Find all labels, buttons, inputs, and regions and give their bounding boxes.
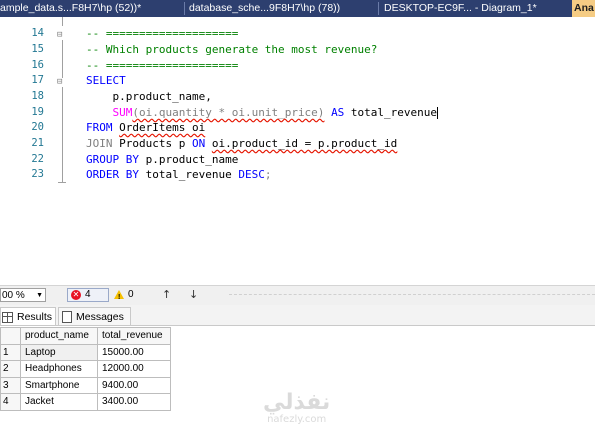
collapse-icon[interactable]: ⊟ [57,30,62,40]
sql-editor[interactable]: 14 15 16 17 18 19 20 21 22 23 ⊟ ⊟ -- ===… [0,17,595,285]
row-number[interactable]: 1 [0,343,21,361]
row-number[interactable]: 4 [0,393,21,411]
column-header[interactable]: product_name [20,327,98,345]
table-cell[interactable]: Jacket [20,393,98,411]
squiggled-expression: (oi.quantity * oi.unit_price) [132,106,325,119]
tab-results[interactable]: Results [0,307,56,325]
table-cell[interactable]: Laptop [20,343,98,361]
message-icon [62,311,72,324]
table-cell[interactable]: 12000.00 [97,360,171,378]
line-number: 17 [31,74,44,86]
code-line-from: FROM OrderItems oi [86,120,205,136]
column-ref: p.product_name [145,153,239,166]
line-number: 14 [31,27,44,39]
code-line-column: p.product_name, [86,90,212,103]
code-line-join: JOIN Products p ON oi.product_id = p.pro… [86,136,397,152]
squiggled-condition: oi.product_id = p.product_id [211,137,398,150]
line-number: 18 [31,90,44,102]
tab-database-schema-query[interactable]: database_sche...9F8H7\hp (78)) [189,0,367,17]
warning-icon: ! [114,289,124,301]
outline-end [58,182,66,183]
row-number[interactable]: 3 [0,376,21,394]
error-count: 4 [85,289,91,300]
row-number[interactable]: 2 [0,360,21,378]
table-ref: Products p [119,137,186,150]
warning-count-button[interactable]: ! 0 [114,288,134,302]
error-count-button[interactable]: ✕ 4 [67,288,109,302]
semicolon: ; [264,168,272,181]
keyword: GROUP BY [86,153,139,166]
results-table: product_name total_revenue 1 Laptop 1500… [0,327,171,411]
watermark-logo: نفذلي nafezly.com [263,390,331,426]
grid-icon [2,311,13,323]
divider [229,294,595,298]
watermark-url: nafezly.com [267,414,327,425]
document-tab-strip: ample_data.s...F8H7\hp (52))* database_s… [0,0,595,17]
warning-count: 0 [128,289,134,300]
next-issue-button[interactable]: ↓ [189,288,198,302]
header-row: product_name total_revenue [0,327,171,345]
table-cell[interactable]: 3400.00 [97,393,171,411]
table-row[interactable]: 3 Smartphone 9400.00 [0,376,171,394]
squiggled-table: OrderItems oi [119,121,206,134]
column-ref: total_revenue [145,168,232,181]
outline-line [62,87,63,182]
zoom-value: 00 % [2,290,25,301]
function-name: SUM [112,106,133,119]
line-number: 16 [31,59,44,71]
tab-separator [184,2,185,15]
line-number: 22 [31,153,44,165]
code-line-group-by: GROUP BY p.product_name [86,152,238,168]
table-row[interactable]: 1 Laptop 15000.00 [0,343,171,361]
keyword: DESC [238,168,265,181]
keyword: ON [191,137,206,150]
line-number: 23 [31,168,44,180]
code-line-comment: -- ==================== [86,59,239,72]
line-number: 15 [31,43,44,55]
code-line-order-by: ORDER BY total_revenue DESC; [86,167,271,183]
row-number-header[interactable] [0,327,21,345]
table-cell[interactable]: 9400.00 [97,376,171,394]
outline-line [62,17,63,26]
tab-messages-label: Messages [76,311,124,323]
chevron-down-icon: ▼ [36,292,43,299]
tab-diagram[interactable]: DESKTOP-EC9F... - Diagram_1* [384,0,552,17]
tab-messages[interactable]: Messages [58,307,131,325]
error-icon: ✕ [71,290,81,300]
keyword: FROM [86,121,113,134]
zoom-select[interactable]: 00 % ▼ [0,288,46,302]
line-number-gutter: 14 15 16 17 18 19 20 21 22 23 [0,17,52,285]
collapse-icon[interactable]: ⊟ [57,77,62,87]
code-line-aggregate: SUM(oi.quantity * oi.unit_price) AS tota… [86,105,439,121]
tab-results-label: Results [17,311,53,323]
keyword: ORDER BY [86,168,139,181]
table-row[interactable]: 2 Headphones 12000.00 [0,360,171,378]
watermark-arabic: نفذلي [263,390,331,415]
keyword: JOIN [86,137,113,150]
table-cell[interactable]: 15000.00 [97,343,171,361]
tab-separator [378,2,379,15]
outline-line [62,40,63,78]
alias: total_revenue [344,106,438,119]
column-header[interactable]: total_revenue [97,327,171,345]
code-line-comment: -- ==================== [86,27,239,40]
keyword: AS [331,106,345,119]
line-number [0,11,44,27]
table-cell[interactable]: Headphones [20,360,98,378]
line-number: 20 [31,121,44,133]
table-row[interactable]: 4 Jacket 3400.00 [0,393,171,411]
line-number-current: 19 [31,106,44,118]
previous-issue-button[interactable]: ↑ [162,288,171,302]
results-tab-strip: Results Messages [0,305,595,326]
editor-status-bar: 00 % ▼ ✕ 4 ! 0 ↑ ↓ [0,285,595,306]
line-number: 21 [31,137,44,149]
code-line-comment: -- Which products generate the most reve… [86,43,378,56]
text-caret [437,107,439,119]
table-cell[interactable]: Smartphone [20,376,98,394]
tab-analysis-active[interactable]: Ana [572,0,595,17]
code-line-select: SELECT [86,74,126,87]
